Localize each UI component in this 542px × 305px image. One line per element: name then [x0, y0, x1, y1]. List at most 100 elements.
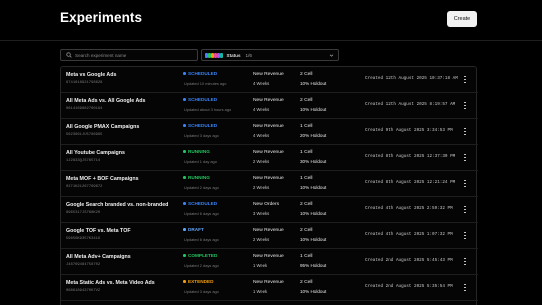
status-badge: SCHEDULED	[183, 97, 217, 102]
experiment-name[interactable]: All Meta Ads vs. All Google Ads	[66, 98, 145, 104]
duration: 4 Weeks	[253, 133, 270, 138]
holdout: 95% Holdout	[300, 263, 327, 268]
more-options-icon[interactable]	[463, 127, 467, 136]
updated-time: Updated 10 minutes ago	[184, 80, 227, 86]
updated-time: Updated 6 days ago	[184, 210, 219, 216]
table-row[interactable]: All Meta Adv+ Campaigns J48769484758702 …	[61, 249, 478, 275]
status-badge: COMPLETED	[183, 253, 217, 258]
experiment-name[interactable]: Google TOF vs. Meta TOF	[66, 228, 131, 234]
table-row[interactable]: Meta vs Google Ads 9741618921798628 SCHE…	[61, 67, 478, 93]
cell-count: 2 Cell	[300, 228, 313, 233]
more-options-icon[interactable]	[463, 101, 467, 110]
cell-count: 2 Cell	[300, 98, 313, 103]
primary-metric: New Orders	[253, 202, 280, 207]
updated-time: Updated 2 days ago	[184, 184, 219, 190]
updated-time: Updated 3 days ago	[184, 288, 219, 294]
experiment-name[interactable]: All Youtube Campaigns	[66, 150, 125, 156]
table-row[interactable]: Meta MOF + BOF Campaigns 0271K2126776967…	[61, 171, 478, 197]
more-options-icon[interactable]	[463, 179, 467, 188]
duration: 4 Weeks	[253, 81, 270, 86]
more-options-icon[interactable]	[463, 75, 467, 84]
duration: 3 Weeks	[253, 211, 270, 216]
status-badge: RUNNING	[183, 149, 210, 154]
table-row[interactable]: Google Search branded vs. non-branded 89…	[61, 197, 478, 223]
created-date: Created 2nd August 2025 5:45:43 PM	[365, 258, 453, 263]
created-date: Created 12th August 2025 10:37:18 AM	[365, 76, 458, 81]
created-date: Created 9th August 2025 3:34:53 PM	[365, 128, 453, 133]
duration: 2 Weeks	[253, 237, 270, 242]
holdout: 10% Holdout	[300, 237, 327, 242]
cell-count: 1 Cell	[300, 124, 313, 129]
status-badge: SCHEDULED	[183, 123, 217, 128]
status-filter-dropdown[interactable]: Status 1/6	[201, 49, 339, 61]
page-title: Experiments	[60, 10, 143, 25]
cell-count: 2 Cell	[300, 202, 313, 207]
status-dot-icon	[183, 98, 186, 101]
status-colors-icon	[205, 52, 223, 58]
cell-count: 1 Cell	[300, 176, 313, 181]
status-text: SCHEDULED	[188, 97, 218, 102]
more-options-icon[interactable]	[463, 153, 467, 162]
duration: 2 Weeks	[253, 185, 270, 190]
table-row[interactable]: All Google PMAX Campaigns 5623661JU57869…	[61, 119, 478, 145]
status-badge: SCHEDULED	[183, 201, 217, 206]
duration: 1 Week	[253, 263, 268, 268]
status-text: SCHEDULED	[188, 201, 218, 206]
duration: 1 Week	[253, 289, 268, 294]
status-text: COMPLETED	[188, 253, 218, 258]
primary-metric: New Revenue	[253, 176, 284, 181]
created-date: Created 8th August 2025 12:21:24 PM	[365, 180, 456, 185]
status-text: SCHEDULED	[188, 71, 218, 76]
more-options-icon[interactable]	[463, 231, 467, 240]
status-dot-icon	[183, 280, 186, 283]
primary-metric: New Revenue	[253, 150, 284, 155]
experiment-id: 0271K21267769672	[66, 185, 103, 189]
search-input[interactable]: Search experiment name	[60, 49, 198, 61]
create-button[interactable]: Create	[447, 11, 477, 27]
primary-metric: New Revenue	[253, 98, 284, 103]
status-text: SCHEDULED	[188, 123, 218, 128]
status-text: EXTENDED	[188, 279, 214, 284]
duration: 4 Weeks	[253, 107, 270, 112]
status-dot-icon	[183, 228, 186, 231]
primary-metric: New Revenue	[253, 228, 284, 233]
updated-time: Updated 2 days ago	[184, 262, 219, 268]
status-dot	[220, 52, 223, 58]
status-filter-count: 1/6	[245, 52, 252, 58]
primary-metric: New Revenue	[253, 280, 284, 285]
table-row[interactable]: Meta Static Ads vs. Meta Video Ads 06861…	[61, 275, 478, 301]
status-dot-icon	[183, 150, 186, 153]
status-text: RUNNING	[188, 149, 210, 154]
experiment-id: J48769484758702	[66, 263, 101, 267]
holdout: 10% Holdout	[300, 107, 327, 112]
updated-time: Updated 6 days ago	[184, 236, 219, 242]
holdout: 10% Holdout	[300, 289, 327, 294]
status-dot-icon	[183, 254, 186, 257]
experiment-name[interactable]: All Meta Adv+ Campaigns	[66, 254, 131, 260]
more-options-icon[interactable]	[463, 205, 467, 214]
experiment-name[interactable]: Meta Static Ads vs. Meta Video Ads	[66, 280, 155, 286]
experiment-name[interactable]: Meta MOF + BOF Campaigns	[66, 176, 139, 182]
search-placeholder: Search experiment name	[75, 52, 127, 58]
more-options-icon[interactable]	[463, 283, 467, 292]
created-date: Created 4th August 2025 2:59:32 PM	[365, 206, 453, 211]
more-options-icon[interactable]	[463, 257, 467, 266]
table-row[interactable]: All Youtube Campaigns 1J2833QJS765714 RU…	[61, 145, 478, 171]
status-dot-icon	[183, 176, 186, 179]
cell-count: 1 Cell	[300, 150, 313, 155]
status-dot-icon	[183, 202, 186, 205]
experiment-name[interactable]: Google Search branded vs. non-branded	[66, 202, 168, 208]
holdout: 20% Holdout	[300, 133, 327, 138]
experiments-table: Meta vs Google Ads 9741618921798628 SCHE…	[60, 66, 478, 305]
updated-time: Updated about 3 hours ago	[184, 106, 232, 112]
created-date: Created 12th August 2025 8:19:57 AM	[365, 102, 456, 107]
table-row[interactable]: Google TOF vs. Meta TOF 5965GK9357K3419 …	[61, 223, 478, 249]
updated-time: Updated 3 days ago	[184, 132, 219, 138]
table-row[interactable]: All Meta Ads vs. All Google Ads 06141698…	[61, 93, 478, 119]
status-filter-label: Status	[226, 52, 241, 58]
experiment-name[interactable]: Meta vs Google Ads	[66, 72, 116, 78]
created-date: Created 4th August 2025 1:07:32 PM	[365, 232, 453, 237]
experiment-id: 1J2833QJS765714	[66, 159, 101, 163]
cell-count: 2 Cell	[300, 280, 313, 285]
experiment-name[interactable]: All Google PMAX Campaigns	[66, 124, 139, 130]
